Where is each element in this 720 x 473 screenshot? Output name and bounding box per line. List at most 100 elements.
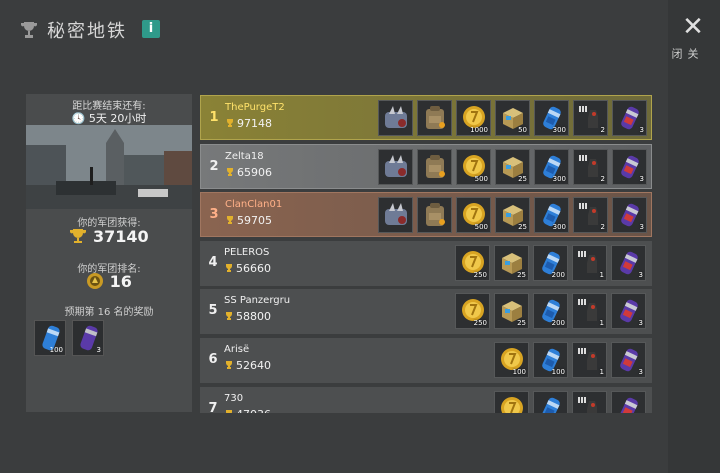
reward-slot[interactable]: 1 — [572, 293, 607, 329]
trophy-icon — [21, 22, 37, 38]
reward-slot[interactable]: 25 — [495, 149, 530, 185]
reward-quantity: 2 — [600, 126, 605, 134]
info-button[interactable]: i — [142, 20, 160, 38]
row-score: 56660 — [224, 262, 271, 275]
close-icon[interactable]: ✕ — [682, 14, 704, 40]
reward-slot[interactable]: 100 — [494, 342, 529, 378]
reward-slot[interactable]: 100 — [533, 342, 568, 378]
row-player-name: Zelta18 — [225, 151, 264, 162]
row-score: 97148 — [225, 117, 272, 130]
row-score-value: 47036 — [236, 408, 271, 413]
leaderboard-row[interactable]: 7 730 47036 — [200, 387, 652, 413]
reward-slot[interactable]: 25 — [494, 293, 529, 329]
reward-quantity: 50 — [518, 126, 527, 134]
reward-slot[interactable]: 3 — [612, 149, 647, 185]
reward-slot[interactable] — [378, 100, 413, 136]
row-score: 52640 — [224, 359, 271, 372]
reward-slot[interactable]: 2 — [573, 100, 608, 136]
reward-slot[interactable] — [417, 100, 452, 136]
row-rank: 6 — [208, 352, 218, 367]
reward-slot[interactable]: 25 — [495, 197, 530, 233]
reward-slot[interactable]: 1 — [572, 245, 607, 281]
legion-rank-number: 16 — [109, 272, 132, 291]
event-scene-image — [26, 125, 192, 209]
reward-quantity: 100 — [551, 368, 565, 376]
reward-slot[interactable] — [572, 391, 607, 413]
trophy-icon — [227, 216, 233, 224]
reward-slot[interactable]: 3 — [611, 245, 646, 281]
reward-slot[interactable]: 3 — [612, 100, 647, 136]
reward-slot[interactable]: 1000 — [456, 100, 491, 136]
trophy-icon — [226, 410, 232, 413]
reward-slot[interactable] — [378, 197, 413, 233]
reward-slot[interactable]: 2 — [573, 149, 608, 185]
reward-slot[interactable] — [494, 391, 529, 413]
reward-slot[interactable]: 25 — [494, 245, 529, 281]
row-score-value: 97148 — [237, 117, 272, 130]
trophy-icon — [226, 312, 232, 320]
reward-slot[interactable] — [417, 149, 452, 185]
leaderboard-row[interactable]: 3 ClanClan01 59705 500 25 300 2 3 — [200, 192, 652, 237]
row-score-value: 65906 — [237, 166, 272, 179]
reward-quantity: 3 — [638, 271, 643, 279]
reward-slot[interactable]: 300 — [534, 197, 569, 233]
reward-quantity: 25 — [517, 271, 526, 279]
legion-gains-value: 37140 — [26, 227, 192, 246]
reward-slot[interactable]: 200 — [533, 293, 568, 329]
leaderboard-row[interactable]: 5 SS Panzergru 58800 250 25 200 1 3 — [200, 289, 652, 334]
expected-reward-item[interactable]: 100 — [34, 320, 66, 356]
reward-quantity: 1 — [599, 271, 604, 279]
row-rank: 7 — [208, 401, 218, 413]
reward-quantity: 100 — [49, 346, 63, 354]
reward-slot[interactable]: 300 — [534, 100, 569, 136]
reward-quantity: 3 — [639, 223, 644, 231]
reward-slot[interactable]: 500 — [456, 197, 491, 233]
leaderboard-row[interactable]: 6 Arisë 52640 100 100 1 3 — [200, 338, 652, 383]
reward-slot[interactable]: 250 — [455, 293, 490, 329]
reward-slot[interactable]: 3 — [611, 342, 646, 378]
row-score: 47036 — [224, 408, 271, 413]
reward-slot[interactable] — [378, 149, 413, 185]
row-rank: 3 — [209, 207, 219, 222]
row-player-name: ClanClan01 — [225, 199, 283, 210]
row-score-value: 58800 — [236, 310, 271, 323]
reward-quantity: 300 — [552, 223, 566, 231]
reward-quantity: 3 — [96, 346, 101, 354]
reward-slot[interactable]: 3 — [611, 293, 646, 329]
reward-slot[interactable]: 3 — [612, 197, 647, 233]
leaderboard-row[interactable]: 1 ThePurgeT2 97148 1000 50 300 2 3 — [200, 95, 652, 140]
reward-quantity: 2 — [600, 223, 605, 231]
reward-quantity: 25 — [518, 175, 527, 183]
reward-slot[interactable]: 50 — [495, 100, 530, 136]
rank-badge-icon — [87, 273, 104, 289]
reward-slot[interactable] — [533, 391, 568, 413]
leaderboard-row[interactable]: 2 Zelta18 65906 500 25 300 2 3 — [200, 144, 652, 189]
right-side-strip — [668, 0, 720, 473]
reward-slot[interactable]: 500 — [456, 149, 491, 185]
reward-quantity: 3 — [638, 368, 643, 376]
reward-quantity: 1 — [599, 319, 604, 327]
reward-quantity: 200 — [551, 271, 565, 279]
reward-quantity: 500 — [474, 223, 488, 231]
reward-slot[interactable]: 1 — [572, 342, 607, 378]
page-title: 秘密地铁 — [47, 21, 127, 42]
reward-slot[interactable]: 250 — [455, 245, 490, 281]
reward-quantity: 100 — [512, 368, 526, 376]
reward-quantity: 3 — [639, 126, 644, 134]
reward-slot[interactable]: 200 — [533, 245, 568, 281]
close-button-label[interactable]: 关闭 — [670, 48, 700, 61]
reward-quantity: 500 — [474, 175, 488, 183]
trophy-icon — [70, 229, 87, 243]
reward-slot[interactable]: 2 — [573, 197, 608, 233]
leaderboard-row[interactable]: 4 PELEROS 56660 250 25 200 1 3 — [200, 241, 652, 286]
reward-slot[interactable]: 300 — [534, 149, 569, 185]
row-player-name: Arisë — [224, 344, 250, 355]
reward-slot[interactable] — [417, 197, 452, 233]
row-score: 65906 — [225, 166, 272, 179]
row-score: 58800 — [224, 310, 271, 323]
timer-value: 🕓 5天 20小时 — [26, 110, 192, 126]
expected-reward-item[interactable]: 3 — [72, 320, 104, 356]
trophy-icon — [227, 119, 233, 127]
row-rank: 1 — [209, 110, 219, 125]
reward-slot[interactable] — [611, 391, 646, 413]
